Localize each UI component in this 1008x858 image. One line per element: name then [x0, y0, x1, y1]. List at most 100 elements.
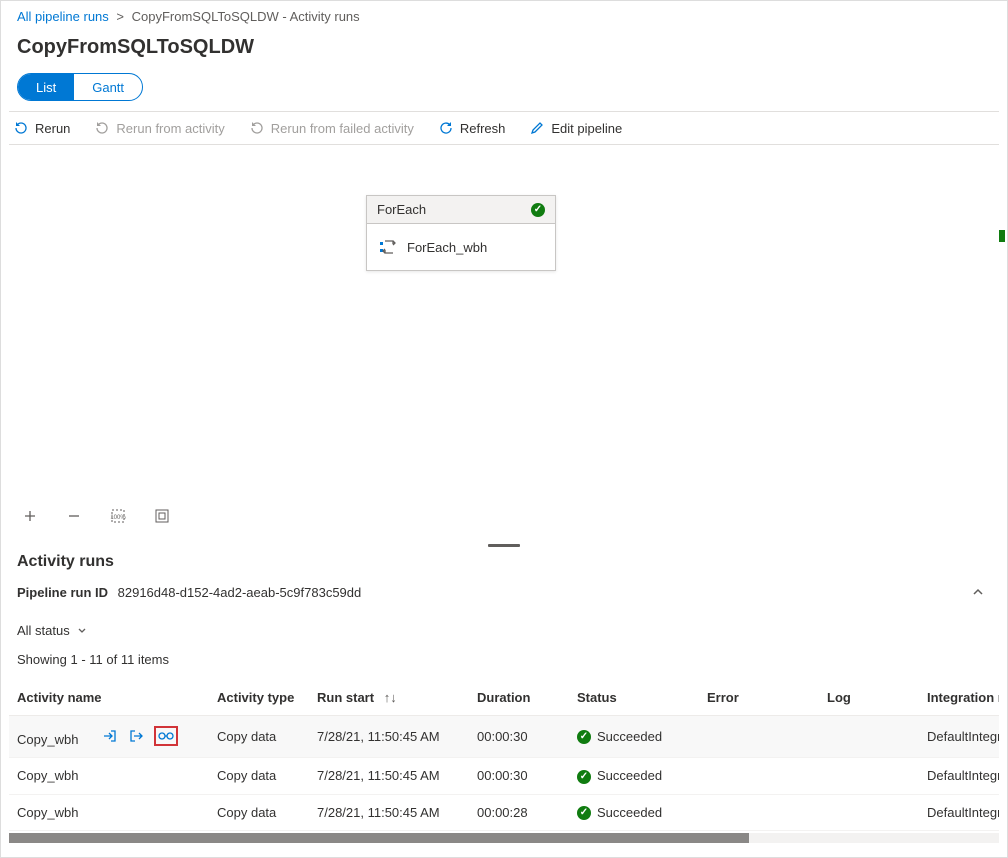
zoom-out-button[interactable] — [65, 507, 83, 525]
col-duration[interactable]: Duration — [469, 680, 569, 716]
results-count: Showing 1 - 11 of 11 items — [9, 648, 999, 679]
run-id-value: 82916d48-d152-4ad2-aeab-5c9f783c59dd — [118, 585, 362, 600]
zoom-fit-button[interactable]: 100% — [109, 507, 127, 525]
input-icon[interactable] — [102, 728, 118, 744]
foreach-icon — [379, 238, 397, 256]
details-glasses-icon[interactable] — [154, 726, 178, 746]
foreach-node[interactable]: ForEach ForEach_wbh — [366, 195, 556, 271]
success-icon — [577, 730, 591, 744]
edit-pipeline-button[interactable]: Edit pipeline — [529, 120, 622, 136]
node-type-label: ForEach — [377, 202, 426, 217]
cell-error — [699, 794, 819, 831]
view-gantt-tab[interactable]: Gantt — [74, 74, 142, 100]
activity-name-text: Copy_wbh — [17, 732, 78, 747]
refresh-label: Refresh — [460, 121, 506, 136]
node-name: ForEach_wbh — [407, 240, 487, 255]
cell-activity-type: Copy data — [209, 716, 309, 758]
table-row[interactable]: Copy_wbh Copy data7/28/21, 11:50:45 AM00:… — [9, 758, 999, 795]
cell-status: Succeeded — [569, 794, 699, 831]
col-integration[interactable]: Integration runtime — [919, 680, 999, 716]
cell-run-start: 7/28/21, 11:50:45 AM — [309, 716, 469, 758]
cell-integration: DefaultIntegrationRuntime — [919, 716, 999, 758]
cell-status: Succeeded — [569, 716, 699, 758]
success-icon — [577, 770, 591, 784]
collapse-section-button[interactable] — [965, 579, 991, 605]
sort-icon: ↑↓ — [384, 690, 397, 705]
breadcrumb-current: CopyFromSQLToSQLDW - Activity runs — [132, 9, 360, 24]
col-status[interactable]: Status — [569, 680, 699, 716]
cell-error — [699, 758, 819, 795]
pipeline-canvas[interactable]: ForEach ForEach_wbh 100% — [9, 145, 999, 535]
activity-runs-title: Activity runs — [9, 543, 999, 577]
pane-resize-handle[interactable] — [9, 535, 999, 543]
toolbar: Rerun Rerun from activity Rerun from fai… — [9, 111, 999, 145]
run-id-label: Pipeline run ID — [17, 585, 108, 600]
horizontal-scrollbar[interactable] — [9, 833, 999, 843]
zoom-reset-button[interactable] — [153, 507, 171, 525]
cell-run-start: 7/28/21, 11:50:45 AM — [309, 758, 469, 795]
status-filter-label: All status — [17, 623, 70, 638]
chevron-down-icon — [76, 625, 88, 637]
canvas-tools: 100% — [21, 507, 171, 525]
col-activity-type[interactable]: Activity type — [209, 680, 309, 716]
view-toggle: List Gantt — [17, 73, 143, 101]
activity-runs-table: Activity name Activity type Run start ↑↓… — [9, 680, 999, 831]
col-run-start[interactable]: Run start ↑↓ — [309, 680, 469, 716]
cell-log — [819, 794, 919, 831]
edit-label: Edit pipeline — [551, 121, 622, 136]
col-run-start-label: Run start — [317, 690, 374, 705]
cell-duration: 00:00:30 — [469, 716, 569, 758]
col-error[interactable]: Error — [699, 680, 819, 716]
cell-activity-name: Copy_wbh — [9, 794, 209, 831]
output-icon[interactable] — [128, 728, 144, 744]
cell-activity-type: Copy data — [209, 758, 309, 795]
cell-activity-name: Copy_wbh — [9, 716, 209, 758]
table-row[interactable]: Copy_wbh Copy data7/28/21, 11:50:45 AM00:… — [9, 794, 999, 831]
table-row[interactable]: Copy_wbh Copy data7/28/21, 11:50:45 AM00:… — [9, 716, 999, 758]
status-filter-dropdown[interactable]: All status — [9, 619, 999, 648]
breadcrumb-separator: > — [116, 9, 124, 24]
breadcrumb-root-link[interactable]: All pipeline runs — [17, 9, 109, 24]
rerun-from-activity-button: Rerun from activity — [94, 120, 224, 136]
cell-duration: 00:00:30 — [469, 758, 569, 795]
zoom-in-button[interactable] — [21, 507, 39, 525]
rerun-failed-label: Rerun from failed activity — [271, 121, 414, 136]
activity-name-text: Copy_wbh — [17, 768, 78, 783]
cell-integration: DefaultIntegrationRuntime — [919, 794, 999, 831]
cell-error — [699, 716, 819, 758]
rerun-label: Rerun — [35, 121, 70, 136]
view-list-tab[interactable]: List — [18, 74, 74, 100]
rerun-failed-icon — [249, 120, 265, 136]
rerun-button[interactable]: Rerun — [13, 120, 70, 136]
status-text: Succeeded — [597, 729, 662, 744]
rerun-activity-label: Rerun from activity — [116, 121, 224, 136]
edit-icon — [529, 120, 545, 136]
node-header: ForEach — [367, 196, 555, 224]
cell-integration: DefaultIntegrationRuntime — [919, 758, 999, 795]
activity-runs-table-wrap: Activity name Activity type Run start ↑↓… — [9, 679, 999, 831]
cell-log — [819, 716, 919, 758]
cell-activity-name: Copy_wbh — [9, 758, 209, 795]
cell-run-start: 7/28/21, 11:50:45 AM — [309, 794, 469, 831]
success-icon — [531, 203, 545, 217]
svg-text:100%: 100% — [110, 515, 126, 521]
row-action-icons — [102, 726, 178, 746]
success-icon — [577, 806, 591, 820]
cell-status: Succeeded — [569, 758, 699, 795]
breadcrumb: All pipeline runs > CopyFromSQLToSQLDW -… — [9, 1, 999, 24]
refresh-button[interactable]: Refresh — [438, 120, 506, 136]
status-text: Succeeded — [597, 768, 662, 783]
node-output-handle[interactable] — [999, 230, 1005, 242]
cell-activity-type: Copy data — [209, 794, 309, 831]
status-text: Succeeded — [597, 805, 662, 820]
col-activity-name[interactable]: Activity name — [9, 680, 209, 716]
cell-duration: 00:00:28 — [469, 794, 569, 831]
rerun-from-failed-button: Rerun from failed activity — [249, 120, 414, 136]
refresh-icon — [438, 120, 454, 136]
cell-log — [819, 758, 919, 795]
node-body: ForEach_wbh — [367, 224, 555, 270]
col-log[interactable]: Log — [819, 680, 919, 716]
activity-name-text: Copy_wbh — [17, 805, 78, 820]
rerun-activity-icon — [94, 120, 110, 136]
scrollbar-thumb[interactable] — [9, 833, 749, 843]
